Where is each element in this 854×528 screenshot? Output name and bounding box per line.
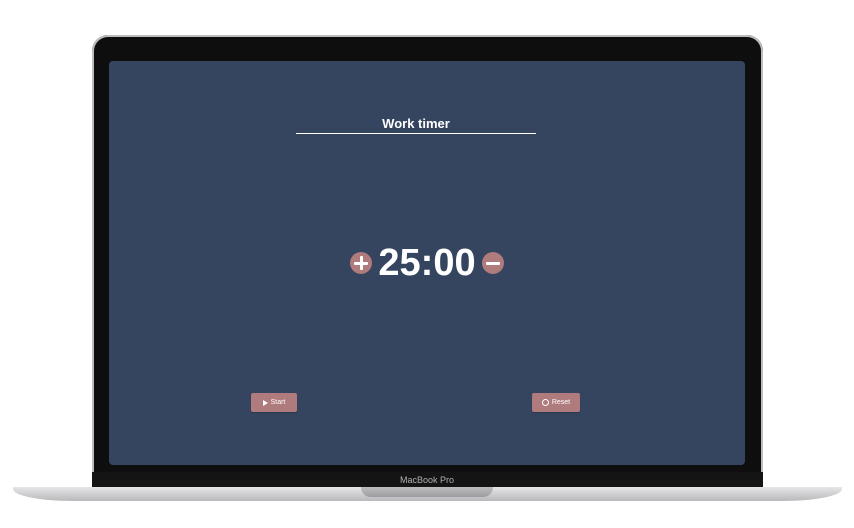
plus-circle-icon-vertical <box>359 256 363 270</box>
reset-icon <box>541 399 549 406</box>
start-button[interactable]: Start <box>251 393 297 412</box>
laptop-notch <box>361 487 493 497</box>
app-screen: Work timer 25:00 Start Reset <box>109 61 745 465</box>
page-title: Work timer <box>296 116 536 134</box>
minus-circle-icon <box>485 261 500 265</box>
play-icon <box>262 399 268 406</box>
reset-button[interactable]: Reset <box>532 393 580 412</box>
timer-row: 25:00 <box>109 239 745 287</box>
decrease-time-button[interactable] <box>481 252 504 274</box>
increase-time-button[interactable] <box>350 252 373 274</box>
reset-button-label: Reset <box>551 399 571 406</box>
timer-display: 25:00 <box>378 242 476 284</box>
device-model-label: MacBook Pro <box>399 475 455 485</box>
start-button-label: Start <box>270 399 286 406</box>
